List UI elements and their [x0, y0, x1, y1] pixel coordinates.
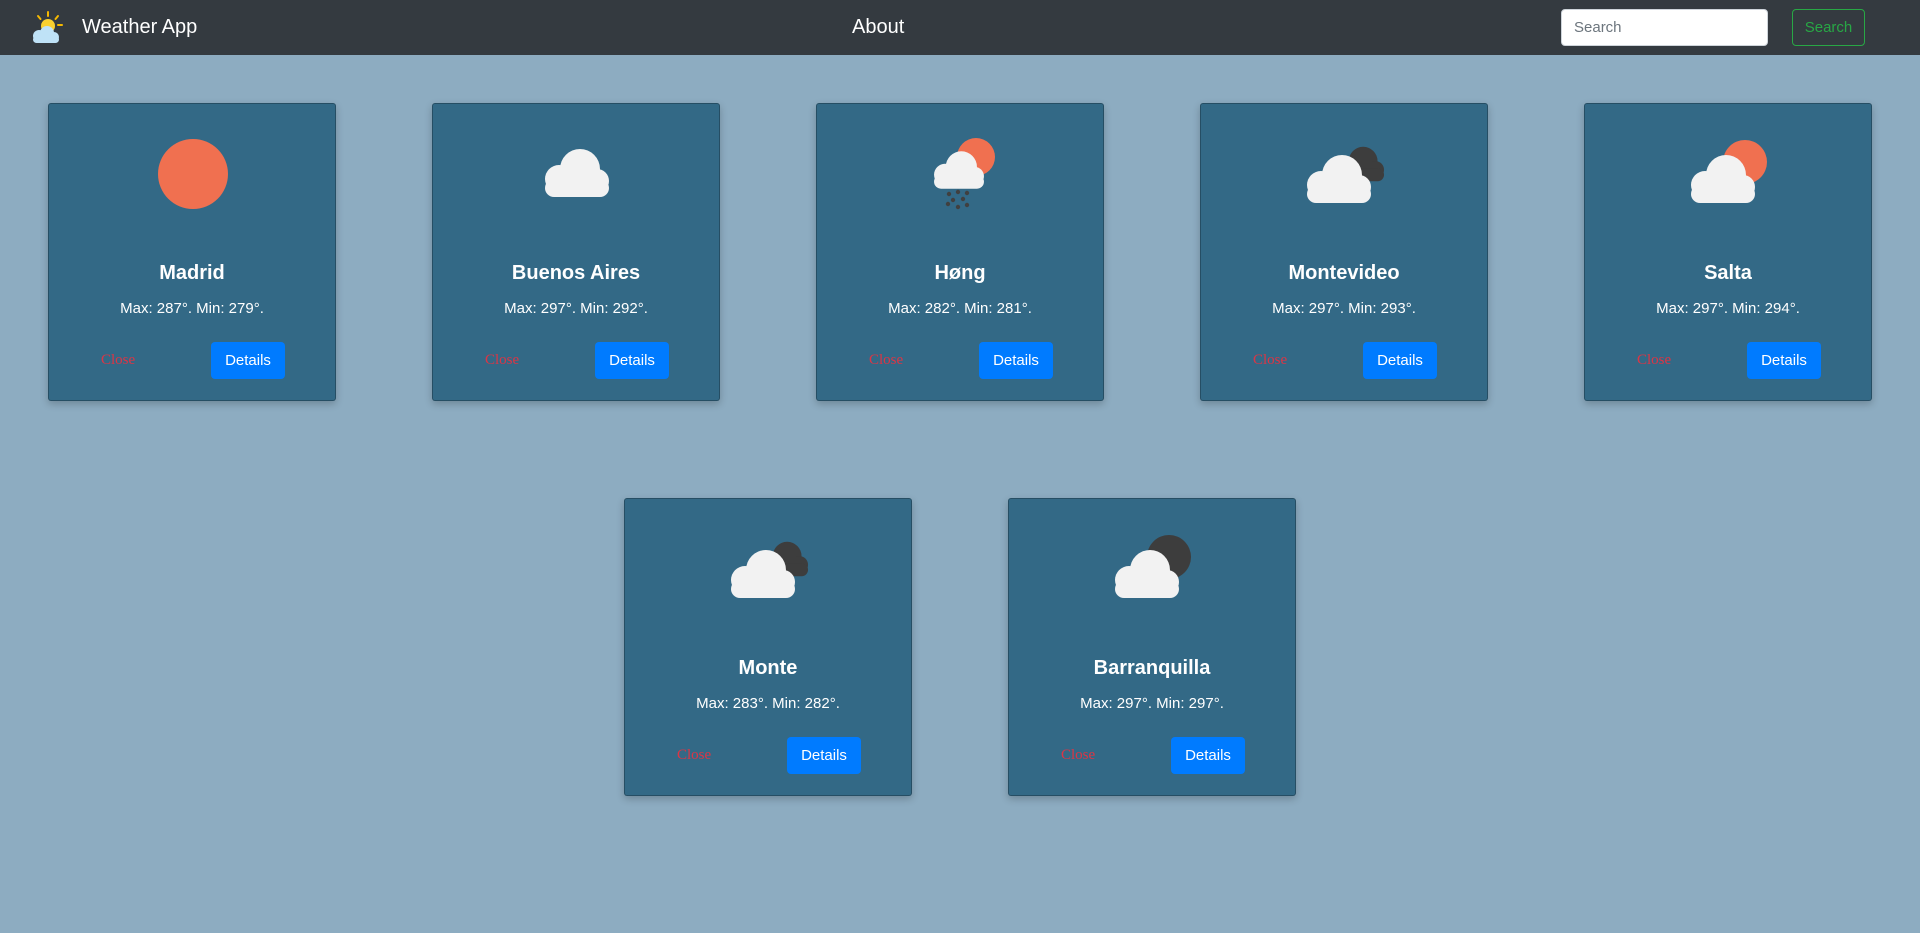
city-card: Madrid Max: 287°. Min: 279°. Close Detai… [48, 103, 336, 401]
city-card: Buenos Aires Max: 297°. Min: 292°. Close… [432, 103, 720, 401]
brand-link[interactable]: Weather App [28, 0, 197, 55]
city-temps: Max: 283°. Min: 282°. [696, 695, 840, 712]
close-button[interactable]: Close [1061, 737, 1095, 774]
details-button[interactable]: Details [787, 737, 861, 774]
city-temps: Max: 297°. Min: 293°. [1272, 300, 1416, 317]
city-name: Madrid [159, 262, 225, 284]
city-temps: Max: 297°. Min: 292°. [504, 300, 648, 317]
city-name: Salta [1704, 262, 1752, 284]
navbar: Weather App About Search [0, 0, 1920, 55]
details-button[interactable]: Details [1171, 737, 1245, 774]
details-button[interactable]: Details [595, 342, 669, 379]
city-card: Høng Max: 282°. Min: 281°. Close Details [816, 103, 1104, 401]
close-button[interactable]: Close [869, 342, 903, 379]
city-card: Montevideo Max: 297°. Min: 293°. Close D… [1200, 103, 1488, 401]
close-button[interactable]: Close [1253, 342, 1287, 379]
city-name: Monte [738, 657, 798, 679]
nav-about-link[interactable]: About [852, 0, 904, 55]
broken-clouds-icon [719, 519, 819, 619]
city-card: Monte Max: 283°. Min: 282°. Close Detail… [624, 498, 912, 796]
search-input[interactable] [1561, 9, 1768, 46]
details-button[interactable]: Details [979, 342, 1053, 379]
close-button[interactable]: Close [677, 737, 711, 774]
city-name: Montevideo [1288, 262, 1400, 284]
details-button[interactable]: Details [1363, 342, 1437, 379]
city-temps: Max: 297°. Min: 294°. [1656, 300, 1800, 317]
weather-logo-icon [33, 10, 63, 43]
rain-sun-cloud-icon [911, 124, 1011, 224]
city-card: Salta Max: 297°. Min: 294°. Close Detail… [1584, 103, 1872, 401]
broken-clouds-icon [1295, 124, 1395, 224]
city-temps: Max: 282°. Min: 281°. [888, 300, 1032, 317]
details-button[interactable]: Details [1747, 342, 1821, 379]
city-name: Buenos Aires [511, 262, 641, 284]
city-name: Høng [934, 262, 986, 284]
details-button[interactable]: Details [211, 342, 285, 379]
sun-cloud-icon [1679, 124, 1779, 224]
city-temps: Max: 287°. Min: 279°. [120, 300, 264, 317]
close-button[interactable]: Close [101, 342, 135, 379]
brand-title: Weather App [82, 16, 198, 38]
city-name: Barranquilla [1093, 657, 1211, 679]
search-button[interactable]: Search [1792, 9, 1865, 46]
city-temps: Max: 297°. Min: 297°. [1080, 695, 1224, 712]
moon-cloud-icon [1103, 519, 1203, 619]
close-button[interactable]: Close [485, 342, 519, 379]
close-button[interactable]: Close [1637, 342, 1671, 379]
city-card: Barranquilla Max: 297°. Min: 297°. Close… [1008, 498, 1296, 796]
cloud-icon [527, 124, 627, 224]
clear-sun-icon [143, 124, 243, 224]
